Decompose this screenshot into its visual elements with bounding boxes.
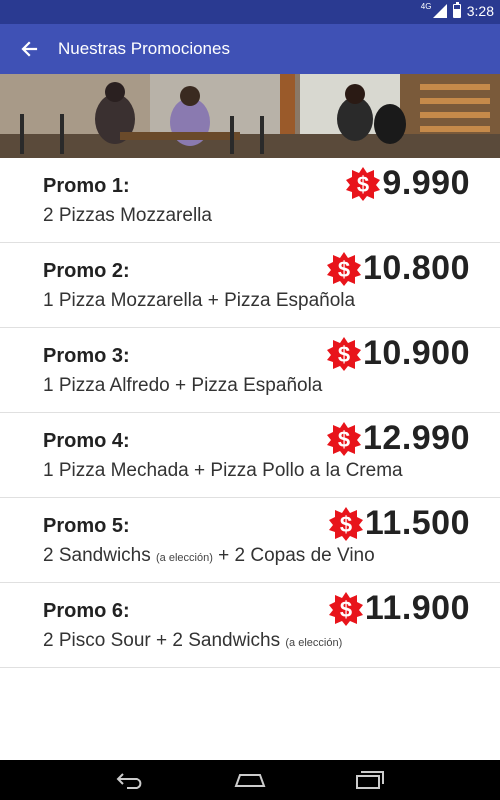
svg-text:$: $ [340, 597, 352, 622]
clock: 3:28 [466, 3, 494, 19]
promo-price: $ 12.990 [327, 419, 470, 458]
dollar-badge-icon: $ [328, 506, 363, 541]
arrow-back-icon [21, 41, 38, 57]
promo-description: 1 Pizza Alfredo + Pizza Española [43, 375, 323, 396]
promo-name: Promo 6: [43, 600, 130, 622]
promo-row-1[interactable]: Promo 1: 2 Pizzas Mozzarella $ 9.990 [0, 158, 500, 243]
promo-price: $ 11.500 [328, 504, 470, 543]
price-value: 10.800 [363, 249, 470, 287]
nav-home-button[interactable] [230, 765, 270, 795]
promo-price: $ 10.900 [327, 334, 470, 373]
svg-text:$: $ [338, 427, 350, 452]
promo-name: Promo 1: [43, 175, 130, 197]
svg-text:$: $ [338, 342, 350, 367]
nav-back-button[interactable] [110, 765, 150, 795]
app-bar: Nuestras Promociones [0, 24, 500, 74]
price-value: 9.990 [382, 164, 470, 202]
promo-description: 2 Sandwichs (a elección) + 2 Copas de Vi… [43, 545, 375, 566]
banner-image [0, 74, 500, 158]
back-icon [116, 773, 142, 789]
promo-list: Promo 1: 2 Pizzas Mozzarella $ 9.990 Pro… [0, 158, 500, 668]
promo-row-2[interactable]: Promo 2: 1 Pizza Mozzarella + Pizza Espa… [0, 243, 500, 328]
promo-price: $ 11.900 [328, 589, 470, 628]
promo-description: 2 Pizzas Mozzarella [43, 205, 212, 226]
promo-name: Promo 3: [43, 345, 130, 367]
promo-description: 1 Pizza Mozzarella + Pizza Española [43, 290, 356, 311]
svg-text:$: $ [340, 512, 352, 537]
dollar-badge-icon: $ [327, 251, 361, 286]
dollar-badge-icon: $ [327, 336, 361, 371]
promo-row-3[interactable]: Promo 3: 1 Pizza Alfredo + Pizza Español… [0, 328, 500, 413]
system-nav-bar [0, 760, 500, 800]
status-bar: 4G 3:28 [0, 0, 500, 24]
promo-price: $ 10.800 [327, 249, 470, 288]
promo-price: $ 9.990 [346, 164, 470, 203]
nav-recents-button[interactable] [350, 765, 390, 795]
svg-text:$: $ [338, 257, 350, 282]
promo-description: 1 Pizza Mechada + Pizza Pollo a la Crema [43, 460, 403, 481]
price-value: 11.500 [364, 504, 470, 542]
promo-row-5[interactable]: Promo 5: 2 Sandwichs (a elección) + 2 Co… [0, 498, 500, 583]
price-value: 12.990 [363, 419, 470, 457]
signal-icon: 4G [421, 2, 447, 18]
back-button[interactable] [0, 24, 58, 74]
price-value: 10.900 [363, 334, 470, 372]
recents-icon [356, 771, 384, 789]
promo-description: 2 Pisco Sour + 2 Sandwichs (a elección) [43, 630, 343, 651]
battery-icon [452, 2, 461, 18]
home-icon [234, 774, 266, 787]
network-type-label: 4G [420, 2, 432, 11]
promo-row-6[interactable]: Promo 6: 2 Pisco Sour + 2 Sandwichs (a e… [0, 583, 500, 668]
promo-name: Promo 2: [43, 260, 130, 282]
promo-name: Promo 5: [43, 515, 130, 537]
svg-text:$: $ [357, 172, 369, 197]
dollar-badge-icon: $ [328, 591, 363, 626]
price-value: 11.900 [364, 589, 470, 627]
promo-name: Promo 4: [43, 430, 130, 452]
page-title: Nuestras Promociones [58, 39, 230, 58]
dollar-badge-icon: $ [327, 421, 361, 456]
promo-row-4[interactable]: Promo 4: 1 Pizza Mechada + Pizza Pollo a… [0, 413, 500, 498]
dollar-badge-icon: $ [346, 166, 381, 201]
